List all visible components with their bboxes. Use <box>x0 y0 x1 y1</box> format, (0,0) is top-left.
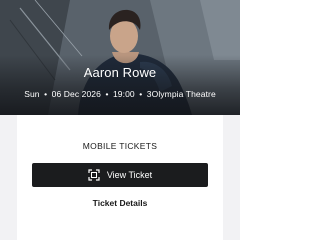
event-meta: Sun • 06 Dec 2026 • 19:00 • 3Olympia The… <box>0 89 240 99</box>
view-ticket-button[interactable]: View Ticket <box>32 163 208 187</box>
ticket-card: MOBILE TICKETS View Ticket Ticket Detail… <box>17 115 223 240</box>
ticket-details-link[interactable]: Ticket Details <box>17 198 223 208</box>
view-ticket-label: View Ticket <box>106 170 153 180</box>
event-date: 06 Dec 2026 <box>51 89 101 99</box>
artist-name: Aaron Rowe <box>83 65 157 80</box>
meta-separator: • <box>44 89 48 99</box>
event-ticket-screen: Aaron Rowe Sun • 06 Dec 2026 • 19:00 • 3… <box>0 0 240 240</box>
ticket-scan-icon <box>88 169 100 181</box>
event-time: 19:00 <box>112 89 135 99</box>
hero-gradient-overlay <box>0 55 240 115</box>
meta-separator: • <box>105 89 109 99</box>
mobile-tickets-heading: MOBILE TICKETS <box>82 141 158 151</box>
event-hero-image: Aaron Rowe Sun • 06 Dec 2026 • 19:00 • 3… <box>0 0 240 115</box>
event-day: Sun <box>24 89 40 99</box>
event-venue: 3Olympia Theatre <box>146 89 216 99</box>
meta-separator: • <box>139 89 143 99</box>
